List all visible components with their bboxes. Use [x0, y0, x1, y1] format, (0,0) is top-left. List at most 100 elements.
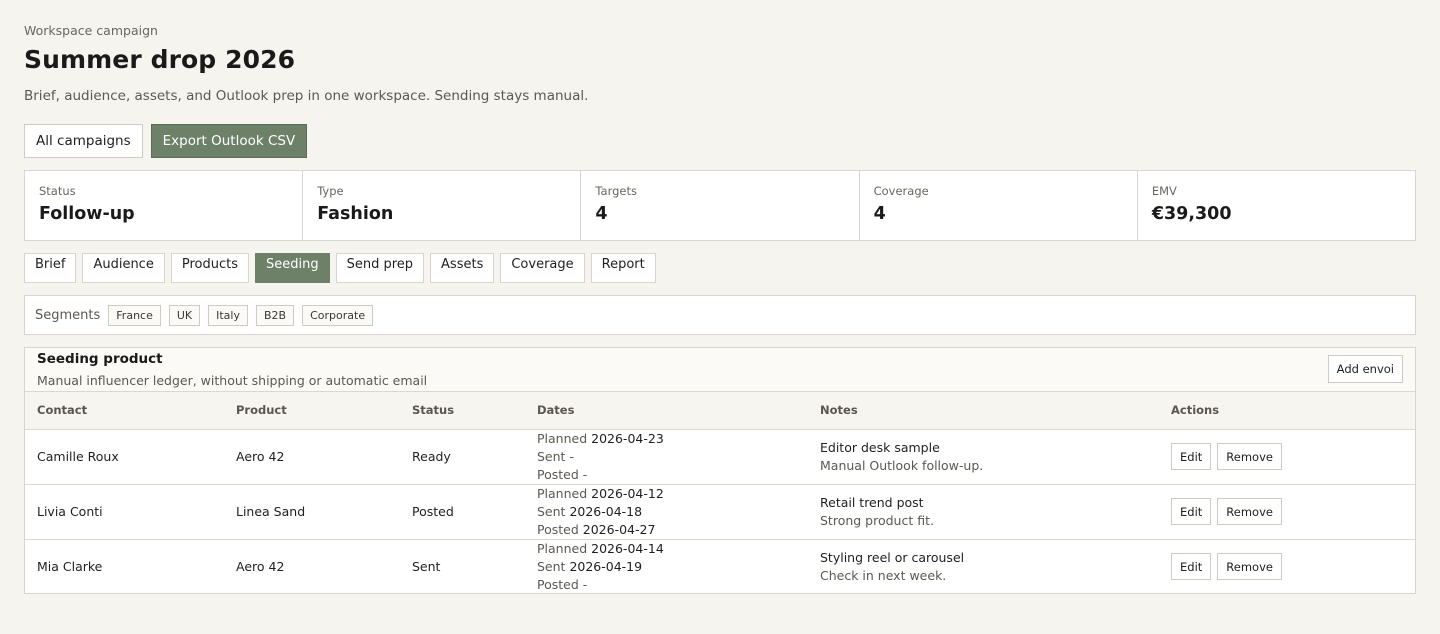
tab-report[interactable]: Report [590, 253, 656, 283]
date-posted: 2026-04-27 [582, 521, 656, 537]
tab-send-prep[interactable]: Send prep [335, 253, 425, 283]
date-posted: - [582, 576, 588, 592]
note-title: Styling reel or carousel [820, 549, 965, 565]
date-sent: 2026-04-19 [569, 558, 643, 574]
table-row: Mia Clarke Aero 42 Sent Planned 2026-04-… [25, 539, 1415, 594]
page-title: Summer drop 2026 [24, 45, 296, 74]
stat-coverage: Coverage 4 [860, 171, 1138, 240]
stat-value: Fashion [317, 204, 394, 224]
tab-assets[interactable]: Assets [430, 253, 495, 283]
stat-value: 4 [873, 204, 886, 224]
segment-chip-corporate[interactable]: Corporate [302, 304, 374, 326]
tab-brief[interactable]: Brief [24, 253, 77, 283]
segment-chip-b2b[interactable]: B2B [256, 304, 295, 326]
product-cell: Aero 42 [236, 449, 285, 464]
date-label-sent: Sent [537, 558, 566, 574]
contact-cell: Camille Roux [37, 449, 119, 464]
notes-cell: Styling reel or carousel Check in next w… [808, 539, 1159, 594]
export-outlook-csv-button[interactable]: Export Outlook CSV [150, 124, 308, 158]
panel-title: Seeding product [37, 351, 163, 367]
date-label-posted: Posted [537, 576, 579, 592]
stat-value: 4 [595, 204, 608, 224]
product-cell: Linea Sand [236, 504, 306, 519]
panel-header: Seeding product Manual influencer ledger… [25, 348, 1415, 392]
stat-label: Targets [595, 184, 637, 198]
column-header-contact: Contact [25, 392, 224, 430]
segment-chip-italy[interactable]: Italy [208, 304, 248, 326]
stats-bar: Status Follow-up Type Fashion Targets 4 … [24, 170, 1416, 241]
notes-cell: Editor desk sample Manual Outlook follow… [808, 429, 1159, 484]
stat-status: Status Follow-up [25, 171, 304, 240]
column-header-dates: Dates [525, 392, 808, 430]
stat-label: Status [39, 184, 76, 198]
date-label-sent: Sent [537, 448, 566, 464]
date-posted: - [582, 466, 588, 482]
tab-products[interactable]: Products [170, 253, 249, 283]
actions-cell: Edit Remove [1159, 539, 1415, 594]
remove-button[interactable]: Remove [1217, 443, 1282, 470]
column-header-status: Status [400, 392, 525, 430]
notes-cell: Retail trend post Strong product fit. [808, 484, 1159, 539]
stat-type: Type Fashion [303, 171, 582, 240]
edit-button[interactable]: Edit [1171, 443, 1212, 470]
contact-cell: Livia Conti [37, 504, 103, 519]
date-label-posted: Posted [537, 466, 579, 482]
edit-button[interactable]: Edit [1171, 553, 1212, 581]
status-cell: Sent [412, 559, 441, 575]
stat-label: EMV [1151, 184, 1177, 198]
column-header-actions: Actions [1159, 392, 1415, 430]
seeding-panel: Seeding product Manual influencer ledger… [24, 347, 1416, 594]
date-label-posted: Posted [537, 521, 579, 537]
status-cell: Ready [412, 449, 451, 464]
tab-audience[interactable]: Audience [82, 253, 165, 283]
column-header-product: Product [224, 392, 400, 430]
segment-chip-uk[interactable]: UK [168, 304, 201, 326]
date-label-planned: Planned [537, 485, 588, 501]
remove-button[interactable]: Remove [1217, 553, 1282, 581]
date-label-sent: Sent [537, 503, 566, 519]
column-header-notes: Notes [808, 392, 1159, 430]
status-cell: Posted [412, 504, 454, 519]
contact-cell: Mia Clarke [37, 559, 103, 575]
segments-bar: Segments France UK Italy B2B Corporate [24, 295, 1416, 335]
eyebrow: Workspace campaign [24, 23, 158, 38]
dates-cell: Planned 2026-04-14 Sent 2026-04-19 Poste… [525, 539, 808, 594]
edit-button[interactable]: Edit [1171, 498, 1212, 525]
date-sent: 2026-04-18 [569, 503, 643, 519]
date-sent: - [569, 448, 574, 464]
date-planned: 2026-04-23 [591, 430, 664, 446]
all-campaigns-button[interactable]: All campaigns [24, 124, 143, 158]
stat-value: Follow-up [39, 204, 135, 224]
date-label-planned: Planned [537, 540, 588, 556]
table-header-row: Contact Product Status Dates Notes Actio… [25, 392, 1415, 430]
date-label-planned: Planned [537, 430, 588, 446]
tab-seeding[interactable]: Seeding [254, 253, 330, 283]
table-row: Livia Conti Linea Sand Posted Planned 20… [25, 484, 1415, 539]
date-planned: 2026-04-14 [591, 540, 664, 556]
stat-value: €39,300 [1151, 204, 1232, 224]
note-detail: Check in next week. [820, 567, 947, 583]
add-envoi-button[interactable]: Add envoi [1327, 355, 1403, 383]
segments-label: Segments [35, 307, 101, 323]
tab-coverage[interactable]: Coverage [500, 253, 585, 283]
workspace-tabs: Brief Audience Products Seeding Send pre… [24, 253, 656, 283]
panel-subtitle: Manual influencer ledger, without shippi… [37, 373, 428, 388]
segment-chip-france[interactable]: France [108, 304, 161, 326]
note-title: Retail trend post [820, 494, 924, 510]
dates-cell: Planned 2026-04-12 Sent 2026-04-18 Poste… [525, 484, 808, 539]
note-title: Editor desk sample [820, 439, 940, 455]
table-row: Camille Roux Aero 42 Ready Planned 2026-… [25, 429, 1415, 484]
stat-targets: Targets 4 [581, 171, 860, 240]
remove-button[interactable]: Remove [1217, 498, 1282, 525]
date-planned: 2026-04-12 [591, 485, 664, 501]
page-subtitle: Brief, audience, assets, and Outlook pre… [24, 88, 589, 104]
actions-cell: Edit Remove [1159, 484, 1415, 539]
seeding-table: Contact Product Status Dates Notes Actio… [25, 392, 1415, 594]
stat-label: Type [317, 184, 344, 198]
stat-emv: EMV €39,300 [1138, 171, 1415, 240]
note-detail: Strong product fit. [820, 512, 934, 528]
note-detail: Manual Outlook follow-up. [820, 457, 984, 473]
header-actions: All campaigns Export Outlook CSV [24, 124, 308, 158]
product-cell: Aero 42 [236, 559, 285, 575]
actions-cell: Edit Remove [1159, 429, 1415, 484]
